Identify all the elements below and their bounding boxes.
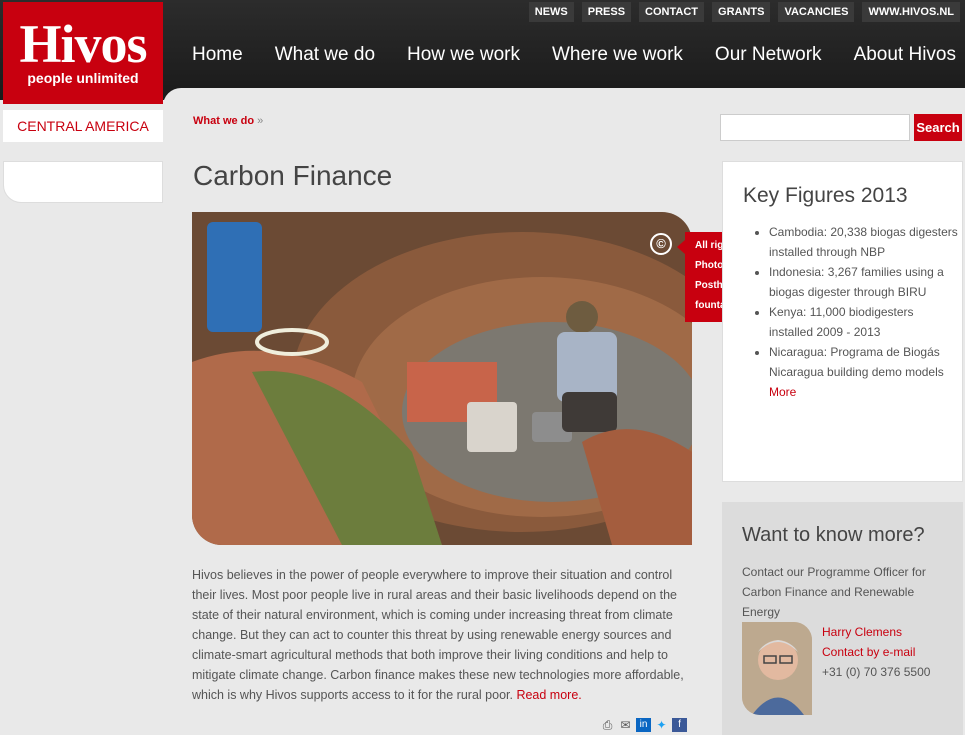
want-to-know-title: Want to know more? — [742, 524, 925, 546]
key-figure-indonesia: Indonesia: 3,267 families using a biogas… — [769, 262, 959, 302]
email-icon[interactable]: ✉ — [618, 718, 633, 732]
contact-phone: +31 (0) 70 376 5500 — [822, 665, 931, 679]
nav-home[interactable]: Home — [192, 44, 243, 66]
key-figure-nicaragua-text: Nicaragua: Programa de Biogás Nicaragua … — [769, 345, 944, 379]
key-figure-kenya: Kenya: 11,000 biodigesters installed 200… — [769, 302, 959, 342]
contact-email-link[interactable]: Contact by e-mail — [822, 642, 915, 662]
read-more-link[interactable]: Read more. — [516, 688, 581, 702]
want-to-know-more-box: Want to know more? Contact our Programme… — [722, 502, 963, 735]
search-button[interactable]: Search — [914, 114, 962, 141]
want-to-know-text: Contact our Programme Officer for Carbon… — [742, 565, 926, 619]
breadcrumb-separator: » — [257, 115, 264, 127]
nav-where-we-work[interactable]: Where we work — [552, 44, 683, 66]
hivos-logo[interactable]: Hivos people unlimited — [3, 2, 163, 104]
copyright-icon[interactable]: © — [650, 233, 672, 255]
nav-about-hivos[interactable]: About Hivos — [854, 44, 956, 66]
share-icons: ⎙ ✉ in ✦ f — [600, 718, 687, 732]
topnav-contact[interactable]: CONTACT — [639, 2, 705, 22]
breadcrumb: What we do » — [193, 115, 263, 127]
main-nav: Home What we do How we work Where we wor… — [192, 44, 956, 66]
photo-illustration — [192, 212, 692, 545]
breadcrumb-what-we-do[interactable]: What we do — [193, 115, 254, 127]
key-figure-cambodia: Cambodia: 20,338 biogas digesters instal… — [769, 222, 959, 262]
avatar-illustration — [742, 622, 812, 715]
print-icon[interactable]: ⎙ — [600, 718, 615, 732]
intro-paragraph: Hivos believes in the power of people ev… — [192, 565, 697, 705]
topnav-hivos-nl[interactable]: WWW.HIVOS.NL — [862, 2, 960, 22]
key-figures-title: Key Figures 2013 — [743, 184, 908, 207]
logo-wordmark: Hivos — [19, 14, 147, 74]
contact-name[interactable]: Harry Clemens — [822, 622, 902, 642]
linkedin-icon[interactable]: in — [636, 718, 651, 732]
header-curve — [163, 88, 965, 110]
left-sidebar-box — [3, 161, 163, 203]
key-figures-more-link[interactable]: More — [769, 385, 796, 399]
key-figures-box: Key Figures 2013 Cambodia: 20,338 biogas… — [722, 161, 963, 482]
intro-text: Hivos believes in the power of people ev… — [192, 568, 684, 702]
facebook-icon[interactable]: f — [672, 718, 687, 732]
search-input[interactable] — [720, 114, 910, 141]
topnav-news[interactable]: NEWS — [528, 2, 574, 22]
topnav-press[interactable]: PRESS — [581, 2, 632, 22]
twitter-icon[interactable]: ✦ — [654, 718, 669, 732]
top-nav: NEWS PRESS CONTACT GRANTS VACANCIES WWW.… — [528, 2, 960, 22]
biogas-construction-photo — [192, 212, 692, 545]
key-figures-list: Cambodia: 20,338 biogas digesters instal… — [769, 222, 959, 402]
topnav-vacancies[interactable]: VACANCIES — [778, 2, 855, 22]
region-label[interactable]: CENTRAL AMERICA — [3, 110, 163, 142]
page-title: Carbon Finance — [193, 160, 393, 191]
contact-avatar — [742, 622, 812, 715]
nav-our-network[interactable]: Our Network — [715, 44, 822, 66]
nav-how-we-work[interactable]: How we work — [407, 44, 520, 66]
nav-what-we-do[interactable]: What we do — [275, 44, 375, 66]
key-figure-nicaragua: Nicaragua: Programa de Biogás Nicaragua … — [769, 342, 959, 402]
topnav-grants[interactable]: GRANTS — [712, 2, 771, 22]
